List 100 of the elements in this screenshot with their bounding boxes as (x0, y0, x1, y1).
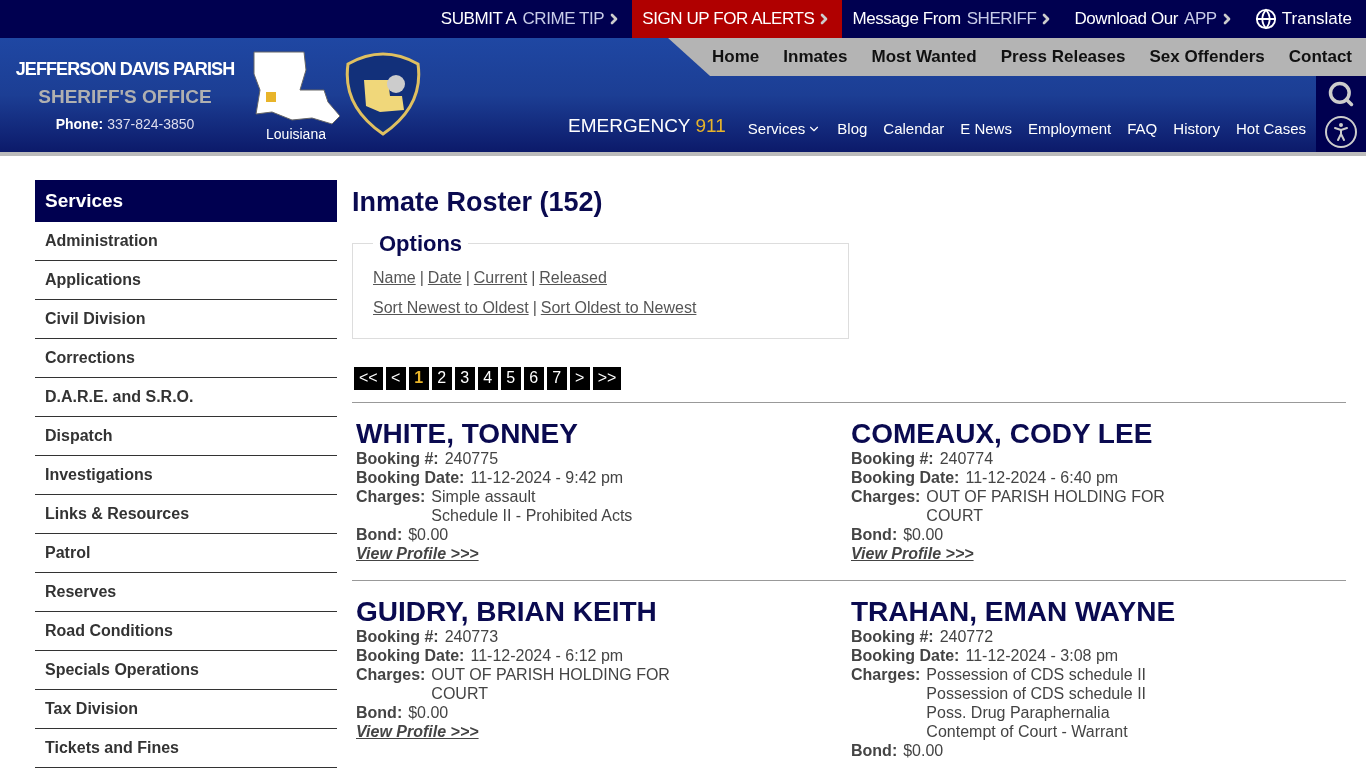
sidebar-item[interactable]: Applications (35, 261, 337, 300)
page-link[interactable]: < (385, 366, 406, 390)
sidebar-item[interactable]: Road Conditions (35, 612, 337, 651)
top-bar-link[interactable]: SIGN UP FOR ALERTS (632, 0, 843, 38)
sidebar-heading: Services (35, 180, 337, 222)
sidebar-item[interactable]: D.A.R.E. and S.R.O. (35, 378, 337, 417)
main-nav-link[interactable]: Contact (1288, 44, 1352, 70)
field-label: Bond: (356, 524, 403, 544)
sheriff-badge-icon (344, 50, 422, 136)
view-profile-link[interactable]: View Profile >>> (356, 721, 479, 741)
view-profile-link[interactable]: View Profile >>> (356, 543, 479, 563)
option-link[interactable]: Sort Newest to Oldest (373, 295, 529, 320)
sub-nav-link[interactable]: Blog (837, 117, 868, 140)
phone-label: Phone: (55, 114, 104, 134)
sub-nav-link[interactable]: Services (747, 117, 822, 140)
page-link[interactable]: > (569, 366, 590, 390)
page-link[interactable]: << (354, 366, 383, 390)
brand-title: JEFFERSON DAVIS PARISH (15, 58, 235, 81)
booking-date: 11-12-2024 - 6:12 pm (470, 645, 624, 665)
field-label: Booking Date: (851, 467, 960, 487)
top-bar-link[interactable]: Message From SHERIFF (842, 0, 1065, 38)
top-bar-link[interactable]: Download Our APP (1064, 0, 1245, 38)
page-link[interactable]: 5 (500, 366, 521, 390)
emergency-label: EMERGENCY 911 (568, 113, 726, 138)
booking-number: 240774 (939, 448, 994, 468)
map-caption: Louisiana (266, 125, 326, 144)
sidebar-item[interactable]: Administration (35, 222, 337, 261)
bond-amount: $0.00 (408, 702, 449, 722)
main-nav-link[interactable]: Most Wanted (871, 44, 977, 70)
field-label: Bond: (851, 524, 898, 544)
page-link[interactable]: 2 (431, 366, 452, 390)
sidebar-item[interactable]: Reserves (35, 573, 337, 612)
sidebar-item[interactable]: Tickets and Fines (35, 729, 337, 768)
sidebar-item[interactable]: Links & Resources (35, 495, 337, 534)
inmate-name: WHITE, TONNEY (356, 418, 579, 449)
options-title: Options (378, 229, 464, 258)
sidebar-item[interactable]: Dispatch (35, 417, 337, 456)
field-label: Bond: (356, 702, 403, 722)
page-title: Inmate Roster (152) (352, 186, 604, 219)
sub-nav-link[interactable]: History (1173, 117, 1220, 140)
booking-date: 11-12-2024 - 3:08 pm (965, 645, 1119, 665)
translate-button[interactable]: Translate (1244, 0, 1352, 38)
sidebar-item[interactable]: Specials Operations (35, 651, 337, 690)
main-nav-link[interactable]: Press Releases (1000, 44, 1126, 70)
sidebar-item[interactable]: Investigations (35, 456, 337, 495)
page-link[interactable]: 6 (523, 366, 544, 390)
option-link[interactable]: Date (427, 265, 462, 290)
inmate-name: COMEAUX, CODY LEE (851, 418, 1154, 449)
globe-icon (1254, 8, 1277, 30)
charge-text: Possession of CDS schedule II (926, 683, 1147, 703)
page-link[interactable]: 4 (477, 366, 498, 390)
top-bar-link[interactable]: SUBMIT A CRIME TIP (430, 0, 633, 38)
sidebar-item[interactable]: Civil Division (35, 300, 337, 339)
sub-nav-link[interactable]: E News (960, 117, 1012, 140)
field-label: Charges: (356, 664, 426, 685)
page-link[interactable]: 3 (454, 366, 475, 390)
charge-text: Possession of CDS schedule II (926, 664, 1147, 684)
main-nav-link[interactable]: Sex Offenders (1149, 44, 1265, 70)
sub-nav-link[interactable]: Calendar (883, 117, 945, 140)
sub-nav-link[interactable]: Hot Cases (1235, 117, 1306, 140)
sidebar-item[interactable]: Corrections (35, 339, 337, 378)
search-button[interactable] (1327, 80, 1355, 108)
separator: | (532, 297, 537, 318)
option-link[interactable]: Sort Oldest to Newest (540, 295, 697, 320)
booking-number: 240773 (444, 626, 499, 646)
booking-date: 11-12-2024 - 6:40 pm (965, 467, 1119, 487)
sub-nav-link[interactable]: FAQ (1127, 117, 1158, 140)
sidebar-item[interactable]: Tax Division (35, 690, 337, 729)
charge-text: OUT OF PARISH HOLDING FOR COURT (431, 664, 671, 703)
field-label: Booking #: (851, 626, 934, 646)
brand-subtitle: SHERIFF'S OFFICE (38, 85, 212, 109)
field-label: Booking #: (356, 626, 439, 646)
view-profile-link[interactable]: View Profile >>> (851, 543, 974, 563)
separator: | (465, 267, 470, 288)
field-label: Bond: (851, 740, 898, 760)
page-link[interactable]: 1 (408, 366, 429, 390)
booking-number: 240772 (939, 626, 994, 646)
field-label: Charges: (356, 486, 426, 507)
page-link[interactable]: 7 (546, 366, 567, 390)
page-link[interactable]: >> (592, 366, 622, 390)
field-label: Charges: (851, 486, 921, 507)
inmate-name: GUIDRY, BRIAN KEITH (356, 596, 658, 627)
option-link[interactable]: Current (473, 265, 528, 290)
charge-text: Schedule II - Prohibited Acts (431, 505, 633, 525)
booking-date: 11-12-2024 - 9:42 pm (470, 467, 624, 487)
field-label: Booking #: (851, 448, 934, 468)
main-nav-link[interactable]: Inmates (783, 44, 848, 70)
sidebar-item[interactable]: Patrol (35, 534, 337, 573)
charge-text: OUT OF PARISH HOLDING FOR COURT (926, 486, 1166, 525)
sub-nav-link[interactable]: Employment (1027, 117, 1112, 140)
option-link[interactable]: Released (539, 265, 607, 290)
charge-text: Simple assault (431, 486, 537, 506)
accessibility-button[interactable] (1325, 116, 1357, 148)
separator: | (531, 267, 536, 288)
main-nav-link[interactable]: Home (712, 44, 760, 70)
field-label: Charges: (851, 664, 921, 685)
option-link[interactable]: Name (373, 265, 416, 290)
field-label: Booking #: (356, 448, 439, 468)
charge-text: Poss. Drug Paraphernalia (926, 702, 1111, 722)
separator: | (419, 267, 424, 288)
